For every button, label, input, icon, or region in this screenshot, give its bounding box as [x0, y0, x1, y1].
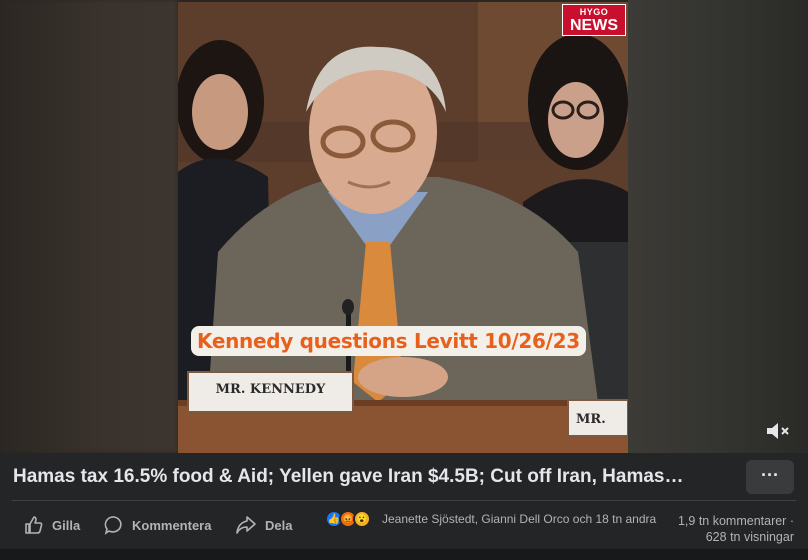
- video-player[interactable]: MR. KENNEDY MR. HYGO NEWS Kennedy questi…: [0, 0, 808, 453]
- share-label: Dela: [265, 517, 293, 533]
- comment-icon: [104, 516, 122, 535]
- like-button[interactable]: Gilla: [24, 513, 80, 537]
- more-icon: ···: [761, 465, 779, 485]
- nameplate-main: MR. KENNEDY: [215, 382, 326, 397]
- video-frame[interactable]: MR. KENNEDY MR.: [178, 2, 628, 453]
- post-title[interactable]: Hamas tax 16.5% food & Aid; Yellen gave …: [13, 466, 733, 488]
- more-options-button[interactable]: ···: [746, 460, 794, 494]
- share-button[interactable]: Dela: [235, 513, 292, 537]
- wow-reaction-icon: 😮: [353, 510, 371, 528]
- video-blur-left: [0, 0, 178, 453]
- thumbs-up-icon: [25, 516, 43, 534]
- post-stats: 1,9 tn kommentarer · 628 tn visningar: [660, 513, 794, 545]
- video-post: MR. KENNEDY MR. HYGO NEWS Kennedy questi…: [0, 0, 808, 560]
- like-label: Gilla: [52, 517, 81, 533]
- logo-top-text: HYGO: [579, 7, 609, 17]
- video-blur-right: [628, 0, 808, 453]
- mute-button[interactable]: [764, 420, 792, 442]
- speaker-muted-icon: [767, 423, 789, 439]
- comment-button[interactable]: Kommentera: [104, 513, 211, 537]
- comment-count[interactable]: 1,9 tn kommentarer ·: [660, 513, 794, 529]
- view-count: 628 tn visningar: [705, 530, 794, 544]
- video-caption: Kennedy questions Levitt 10/26/23: [191, 326, 586, 356]
- reaction-icons[interactable]: 👍 😡 😮: [325, 510, 371, 528]
- channel-logo: HYGO NEWS: [562, 4, 626, 36]
- share-icon: [236, 516, 256, 534]
- comment-label: Kommentera: [132, 517, 212, 533]
- page-bottom: [0, 549, 808, 560]
- nameplate-side: MR.: [576, 412, 606, 427]
- reaction-names[interactable]: Jeanette Sjöstedt, Gianni Dell Orco och …: [382, 512, 656, 526]
- logo-bottom-text: NEWS: [570, 17, 618, 34]
